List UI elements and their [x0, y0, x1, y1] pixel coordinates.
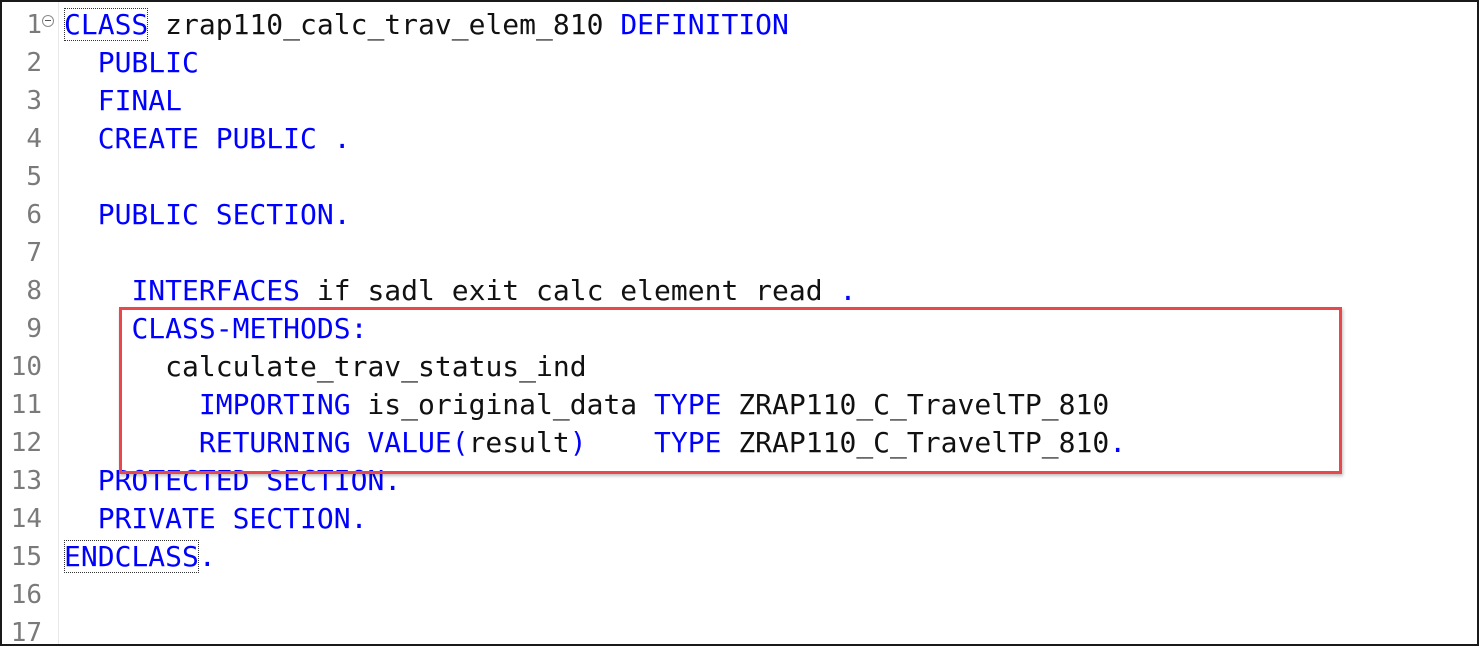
code-text: PROTECTED SECTION. [64, 462, 401, 500]
keyword-token: DEFINITION [620, 8, 789, 41]
line-number: 10 [10, 352, 42, 382]
code-text: RETURNING VALUE(result) TYPE ZRAP110_C_T… [64, 424, 1126, 462]
identifier-token: if sadl exit calc element read [300, 274, 840, 307]
line-number: 9 [26, 314, 42, 344]
keyword-token: RETURNING VALUE( [198, 426, 469, 459]
keyword-token: ENDCLASS [64, 540, 199, 573]
keyword-token: CLASS-METHODS: [131, 312, 368, 345]
code-line[interactable]: 17 [2, 614, 1477, 646]
code-text: calculate_trav_status_ind [64, 348, 587, 386]
code-line[interactable]: 8 INTERFACES if sadl exit calc element r… [2, 272, 1477, 310]
line-number: 2 [26, 48, 42, 78]
keyword-token: ) [569, 426, 587, 459]
code-line[interactable]: 4 CREATE PUBLIC . [2, 120, 1477, 158]
code-line[interactable]: 14 PRIVATE SECTION. [2, 500, 1477, 538]
line-number: 11 [10, 390, 42, 420]
line-number: 4 [26, 124, 42, 154]
code-line[interactable]: 9 CLASS-METHODS: [2, 310, 1477, 348]
identifier-token: calculate_trav_status_ind [165, 350, 587, 383]
line-number: 5 [26, 162, 42, 192]
code-text: PUBLIC SECTION. [64, 196, 351, 234]
line-number: 6 [26, 200, 42, 230]
code-line[interactable]: 5 [2, 158, 1477, 196]
keyword-token: CLASS [64, 8, 149, 41]
identifier-token [587, 426, 654, 459]
keyword-token: FINAL [97, 84, 183, 117]
code-text: CREATE PUBLIC . [64, 120, 351, 158]
code-line[interactable]: 15 ENDCLASS. [2, 538, 1477, 576]
code-line[interactable]: 10 calculate_trav_status_ind [2, 348, 1477, 386]
code-text: IMPORTING is_original_data TYPE ZRAP110_… [64, 386, 1109, 424]
identifier-token: result [468, 426, 570, 459]
identifier-token: zrap110_calc_trav_elem_810 [148, 8, 621, 41]
keyword-token: PROTECTED SECTION. [97, 464, 402, 497]
keyword-token: PUBLIC [97, 46, 199, 79]
keyword-token: TYPE [654, 426, 722, 459]
code-text: PUBLIC [64, 44, 199, 82]
line-number: 7 [26, 238, 42, 268]
code-text: FINAL [64, 82, 182, 120]
line-number: 3 [26, 86, 42, 116]
line-number: 1 [26, 10, 42, 40]
line-number: 8 [26, 276, 42, 306]
identifier-token: is_original_data [350, 388, 655, 421]
code-line[interactable]: 1 CLASS zrap110_calc_trav_elem_810 DEFINI… [2, 6, 1477, 44]
code-text: CLASS zrap110_calc_trav_elem_810 DEFINIT… [64, 6, 789, 44]
keyword-token: . [1109, 426, 1127, 459]
code-line[interactable]: 3 FINAL [2, 82, 1477, 120]
code-editor[interactable]: 1 CLASS zrap110_calc_trav_elem_810 DEFINI… [0, 0, 1479, 646]
code-line[interactable]: 16 [2, 576, 1477, 614]
keyword-token: . [839, 274, 857, 307]
code-line[interactable]: 13 PROTECTED SECTION. [2, 462, 1477, 500]
line-number: 14 [10, 504, 42, 534]
code-line[interactable]: 2 PUBLIC [2, 44, 1477, 82]
code-line[interactable]: 12 RETURNING VALUE(result) TYPE ZRAP110_… [2, 424, 1477, 462]
keyword-token: CREATE PUBLIC . [97, 122, 351, 155]
line-number: 17 [10, 618, 42, 646]
code-text: PRIVATE SECTION. [64, 500, 368, 538]
code-line[interactable]: 7 [2, 234, 1477, 272]
code-text: CLASS-METHODS: [64, 310, 367, 348]
code-line[interactable]: 11 IMPORTING is_original_data TYPE ZRAP1… [2, 386, 1477, 424]
fold-collapse-icon[interactable] [42, 15, 54, 27]
line-number: 12 [10, 428, 42, 458]
keyword-token: TYPE [654, 388, 722, 421]
identifier-token: ZRAP110_C_TravelTP_810 [721, 426, 1110, 459]
code-text: ENDCLASS. [64, 538, 216, 576]
code-lines[interactable]: 1 CLASS zrap110_calc_trav_elem_810 DEFINI… [2, 6, 1477, 646]
keyword-token: PRIVATE SECTION. [97, 502, 368, 535]
code-line[interactable]: 6 PUBLIC SECTION. [2, 196, 1477, 234]
line-number: 15 [10, 542, 42, 572]
keyword-token: IMPORTING [198, 388, 351, 421]
keyword-token: . [198, 540, 216, 573]
code-text: INTERFACES if sadl exit calc element rea… [64, 272, 856, 310]
identifier-token: ZRAP110_C_TravelTP_810 [721, 388, 1110, 421]
line-number: 13 [10, 466, 42, 496]
line-number: 16 [10, 580, 42, 610]
keyword-token: PUBLIC SECTION. [97, 198, 351, 231]
keyword-token: INTERFACES [131, 274, 301, 307]
